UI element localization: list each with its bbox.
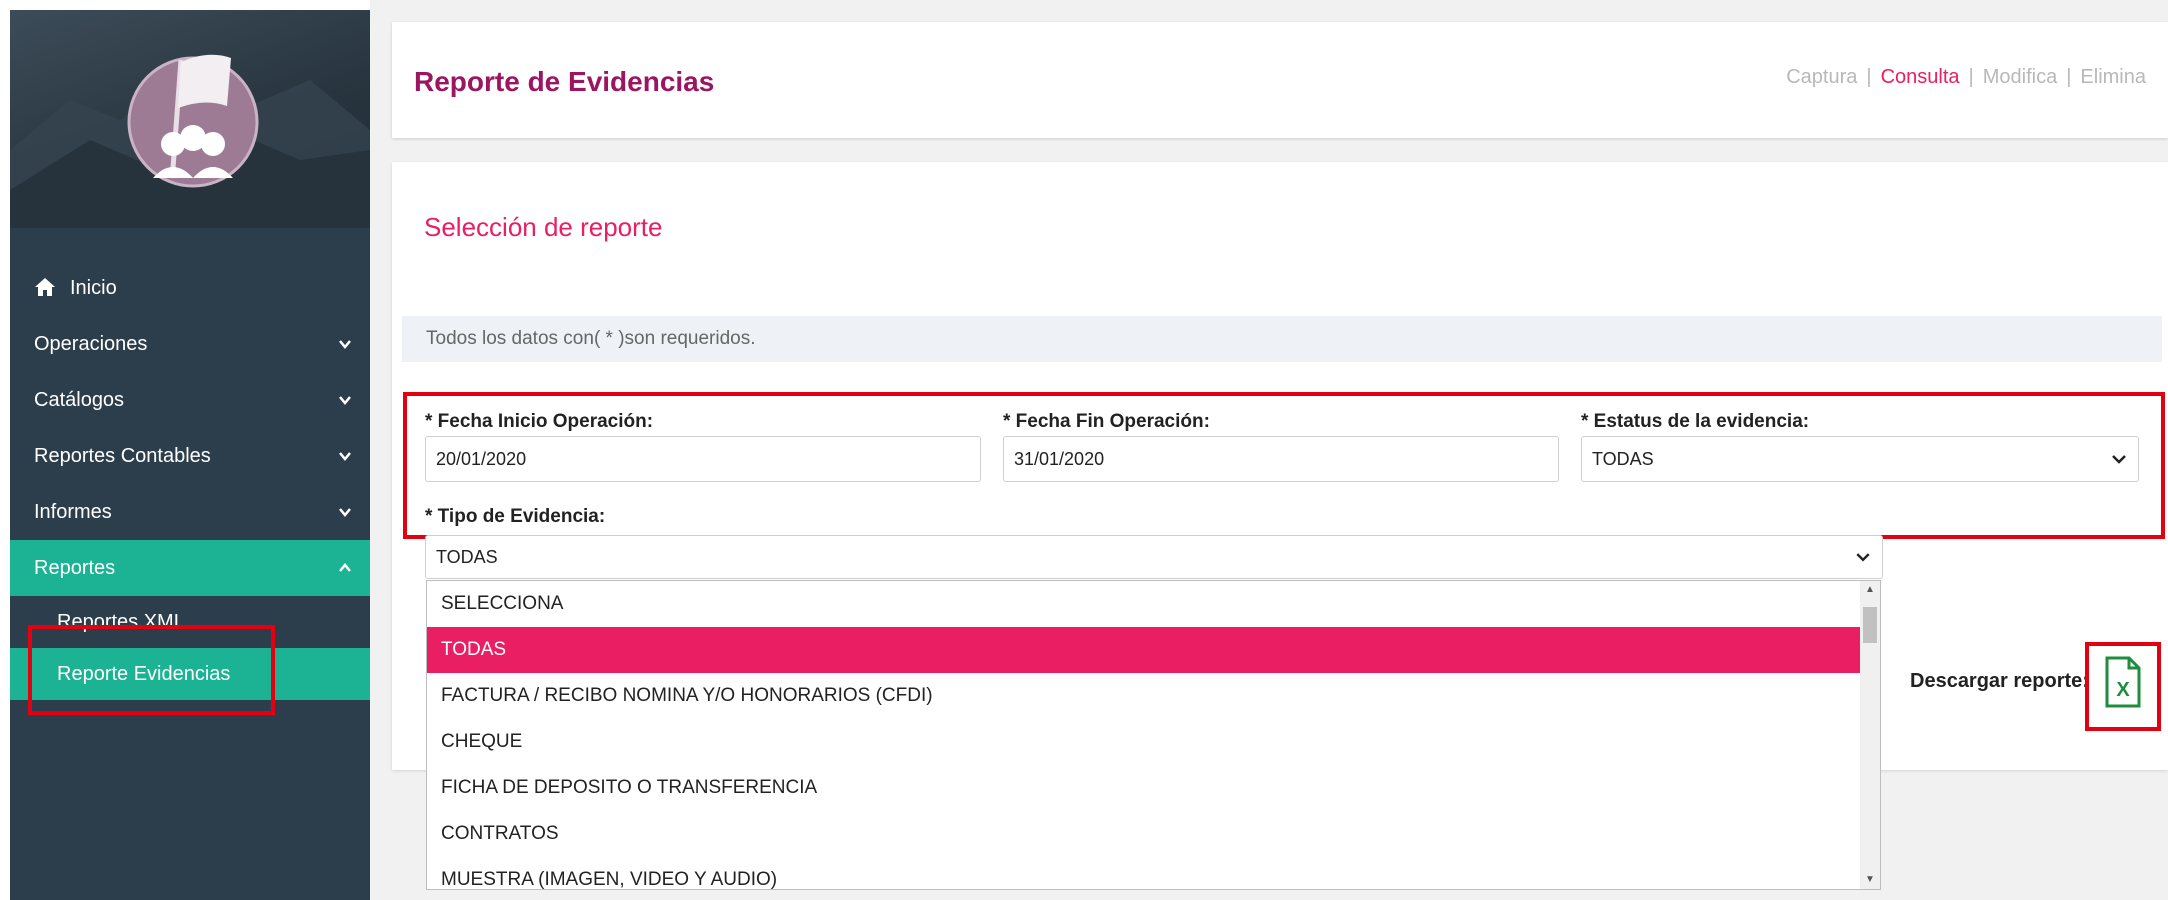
crumb-separator: | <box>2066 66 2072 88</box>
highlight-box-sidebar <box>28 625 275 715</box>
tipo-evidencia-select[interactable]: TODAS <box>425 535 1883 579</box>
dropdown-option[interactable]: CHEQUE <box>427 719 1861 765</box>
scrollbar-thumb[interactable] <box>1863 607 1877 643</box>
crumb-captura[interactable]: Captura <box>1786 66 1857 88</box>
excel-file-icon[interactable]: X <box>2097 650 2147 720</box>
dropdown-option[interactable]: CONTRATOS <box>427 811 1861 857</box>
dropdown-option[interactable]: FICHA DE DEPOSITO O TRANSFERENCIA <box>427 765 1861 811</box>
dropdown-option[interactable]: SELECCIONA <box>427 581 1861 627</box>
tipo-evidencia-label: * Tipo de Evidencia: <box>425 506 606 527</box>
fecha-inicio-input[interactable]: 20/01/2020 <box>425 436 981 482</box>
sidebar-item-catalogos[interactable]: Catálogos <box>10 372 370 428</box>
sidebar-item-informes[interactable]: Informes <box>10 484 370 540</box>
sidebar-item-reportes-contables[interactable]: Reportes Contables <box>10 428 370 484</box>
sidebar-item-label: Catálogos <box>34 389 125 411</box>
chevron-down-icon <box>339 340 351 349</box>
sidebar-item-label: Inicio <box>70 277 117 299</box>
page-header: Reporte de Evidencias Captura | Consulta | M… <box>392 22 2168 138</box>
sidebar-item-inicio[interactable]: Inicio <box>10 260 370 316</box>
sidebar-item-label: Reportes Contables <box>34 445 211 467</box>
chevron-down-icon <box>339 452 351 461</box>
breadcrumb: Captura | Consulta | Modifica | Elimina <box>1786 66 2146 89</box>
tipo-evidencia-value: TODAS <box>436 547 498 567</box>
excel-icon-letter: X <box>2116 679 2130 701</box>
sidebar-header <box>10 10 370 228</box>
dropdown-option-selected[interactable]: TODAS <box>427 627 1861 673</box>
sidebar-item-label: Informes <box>34 501 112 523</box>
crumb-elimina[interactable]: Elimina <box>2080 66 2146 88</box>
sidebar: Inicio Operaciones Catálogos Reportes Co… <box>10 10 370 900</box>
fecha-fin-input[interactable]: 31/01/2020 <box>1003 436 1559 482</box>
estatus-value: TODAS <box>1592 449 1654 469</box>
chevron-down-icon <box>339 508 351 517</box>
chevron-down-icon <box>2112 455 2126 464</box>
crumb-separator: | <box>1866 66 1872 88</box>
users-flag-logo <box>127 54 259 188</box>
home-icon <box>35 278 55 296</box>
fecha-inicio-label: * Fecha Inicio Operación: <box>425 411 654 432</box>
crumb-consulta[interactable]: Consulta <box>1881 66 1960 88</box>
dropdown-option[interactable]: FACTURA / RECIBO NOMINA Y/O HONORARIOS (… <box>427 673 1861 719</box>
dropdown-scrollbar[interactable]: ▲ ▼ <box>1860 581 1880 889</box>
crumb-separator: | <box>1968 66 1974 88</box>
tipo-evidencia-dropdown: SELECCIONA TODAS FACTURA / RECIBO NOMINA… <box>426 580 1881 890</box>
estatus-select[interactable]: TODAS <box>1581 436 2139 482</box>
download-report-label: Descargar reporte: <box>1910 670 2089 692</box>
fecha-fin-label: * Fecha Fin Operación: <box>1003 411 1210 432</box>
chevron-down-icon <box>1856 553 1870 562</box>
estatus-label: * Estatus de la evidencia: <box>1581 411 1810 432</box>
sidebar-item-operaciones[interactable]: Operaciones <box>10 316 370 372</box>
sidebar-item-label: Operaciones <box>34 333 148 355</box>
chevron-up-icon <box>339 563 351 572</box>
scroll-down-arrow-icon[interactable]: ▼ <box>1860 871 1880 889</box>
scroll-up-arrow-icon[interactable]: ▲ <box>1860 581 1880 599</box>
dropdown-option[interactable]: MUESTRA (IMAGEN, VIDEO Y AUDIO) <box>427 857 1861 889</box>
required-note: Todos los datos con( * )son requeridos. <box>402 316 2162 362</box>
crumb-modifica[interactable]: Modifica <box>1983 66 2057 88</box>
sidebar-item-reportes[interactable]: Reportes <box>10 540 370 596</box>
sidebar-item-label: Reportes <box>34 557 116 579</box>
page-title: Reporte de Evidencias <box>414 66 715 97</box>
chevron-down-icon <box>339 396 351 405</box>
section-title: Selección de reporte <box>424 212 663 242</box>
